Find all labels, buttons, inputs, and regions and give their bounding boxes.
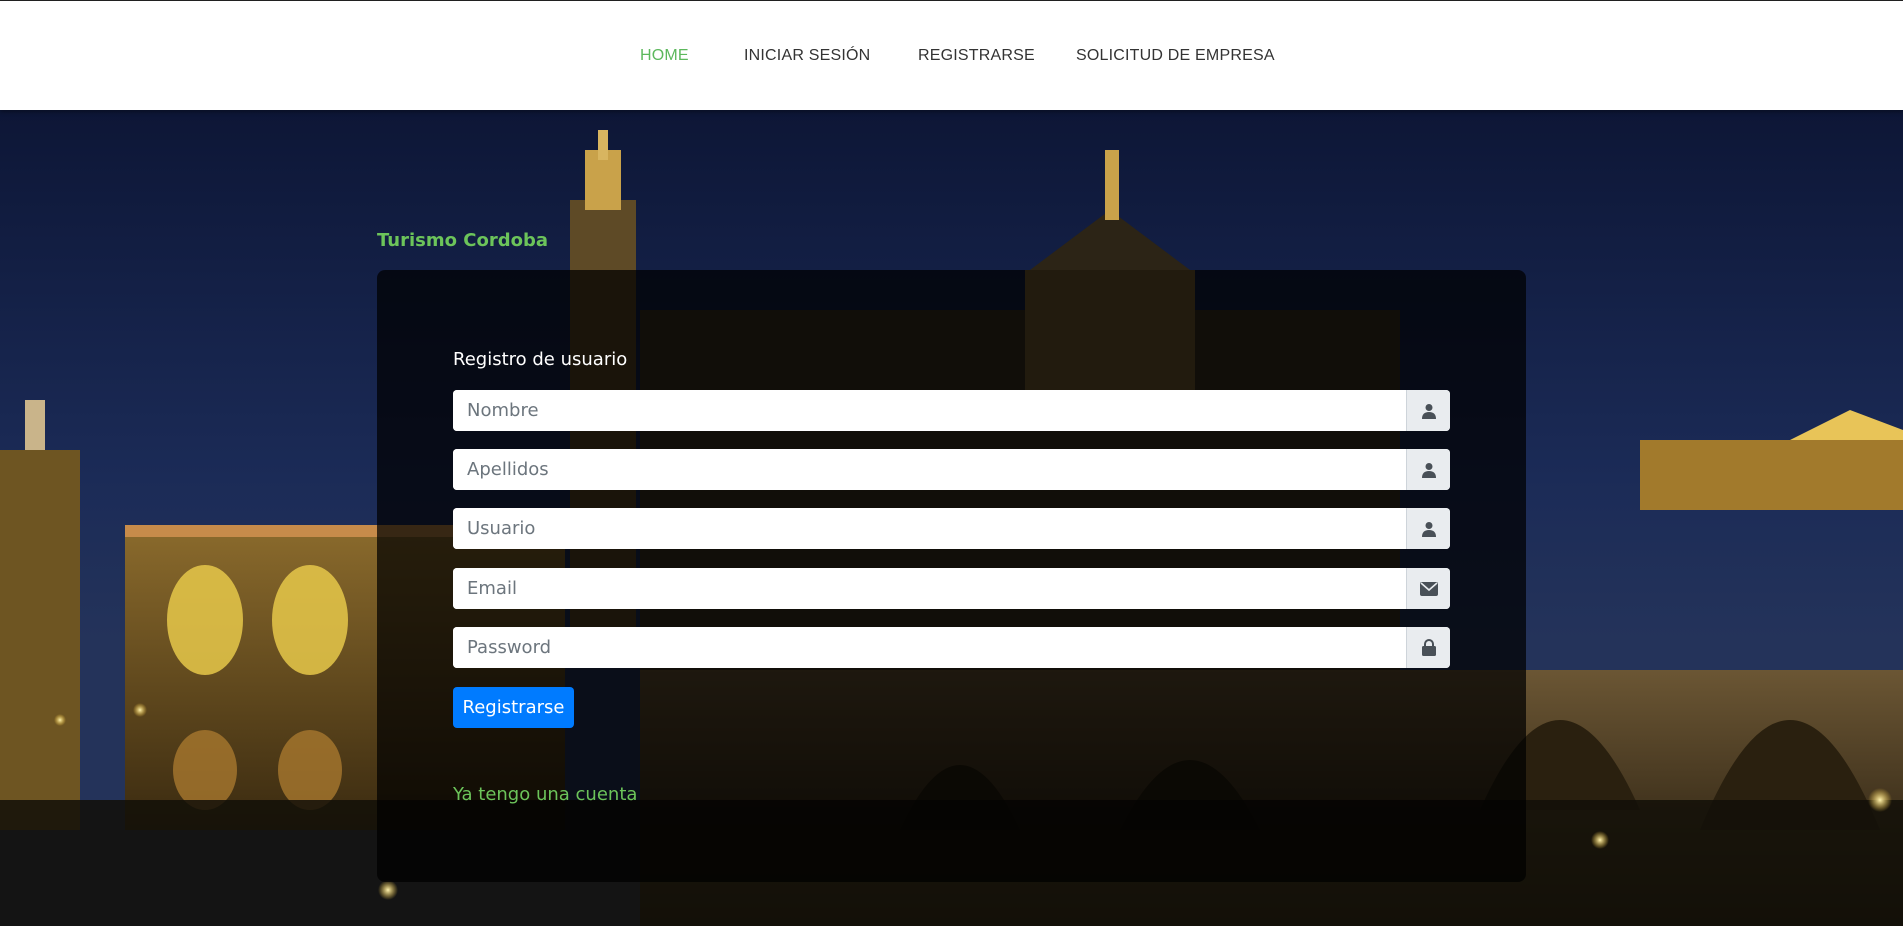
nav-item-home[interactable]: HOME (640, 47, 689, 65)
usuario-field (453, 508, 1450, 549)
nav-item-iniciar-sesion[interactable]: INICIAR SESIÓN (744, 47, 870, 65)
nav-item-solicitud-empresa[interactable]: SOLICITUD DE EMPRESA (1076, 47, 1275, 65)
user-icon (1406, 390, 1450, 431)
form-title: Registro de usuario (453, 349, 628, 370)
password-input[interactable] (453, 627, 1406, 668)
password-field (453, 627, 1450, 668)
navbar: HOME INICIAR SESIÓN REGISTRARSE SOLICITU… (0, 1, 1903, 110)
email-input[interactable] (453, 568, 1406, 609)
user-icon (1406, 449, 1450, 490)
nav-item-registrarse[interactable]: REGISTRARSE (918, 47, 1035, 65)
nombre-input[interactable] (453, 390, 1406, 431)
nombre-field (453, 390, 1450, 431)
envelope-icon (1406, 568, 1450, 609)
registrarse-button[interactable]: Registrarse (453, 687, 574, 728)
apellidos-input[interactable] (453, 449, 1406, 490)
apellidos-field (453, 449, 1450, 490)
email-field (453, 568, 1450, 609)
lock-icon (1406, 627, 1450, 668)
usuario-input[interactable] (453, 508, 1406, 549)
user-icon (1406, 508, 1450, 549)
ya-tengo-cuenta-link[interactable]: Ya tengo una cuenta (453, 784, 637, 805)
brand-title: Turismo Cordoba (377, 230, 548, 251)
registration-panel: Registro de usuario Registrarse Ya tengo… (377, 270, 1526, 882)
